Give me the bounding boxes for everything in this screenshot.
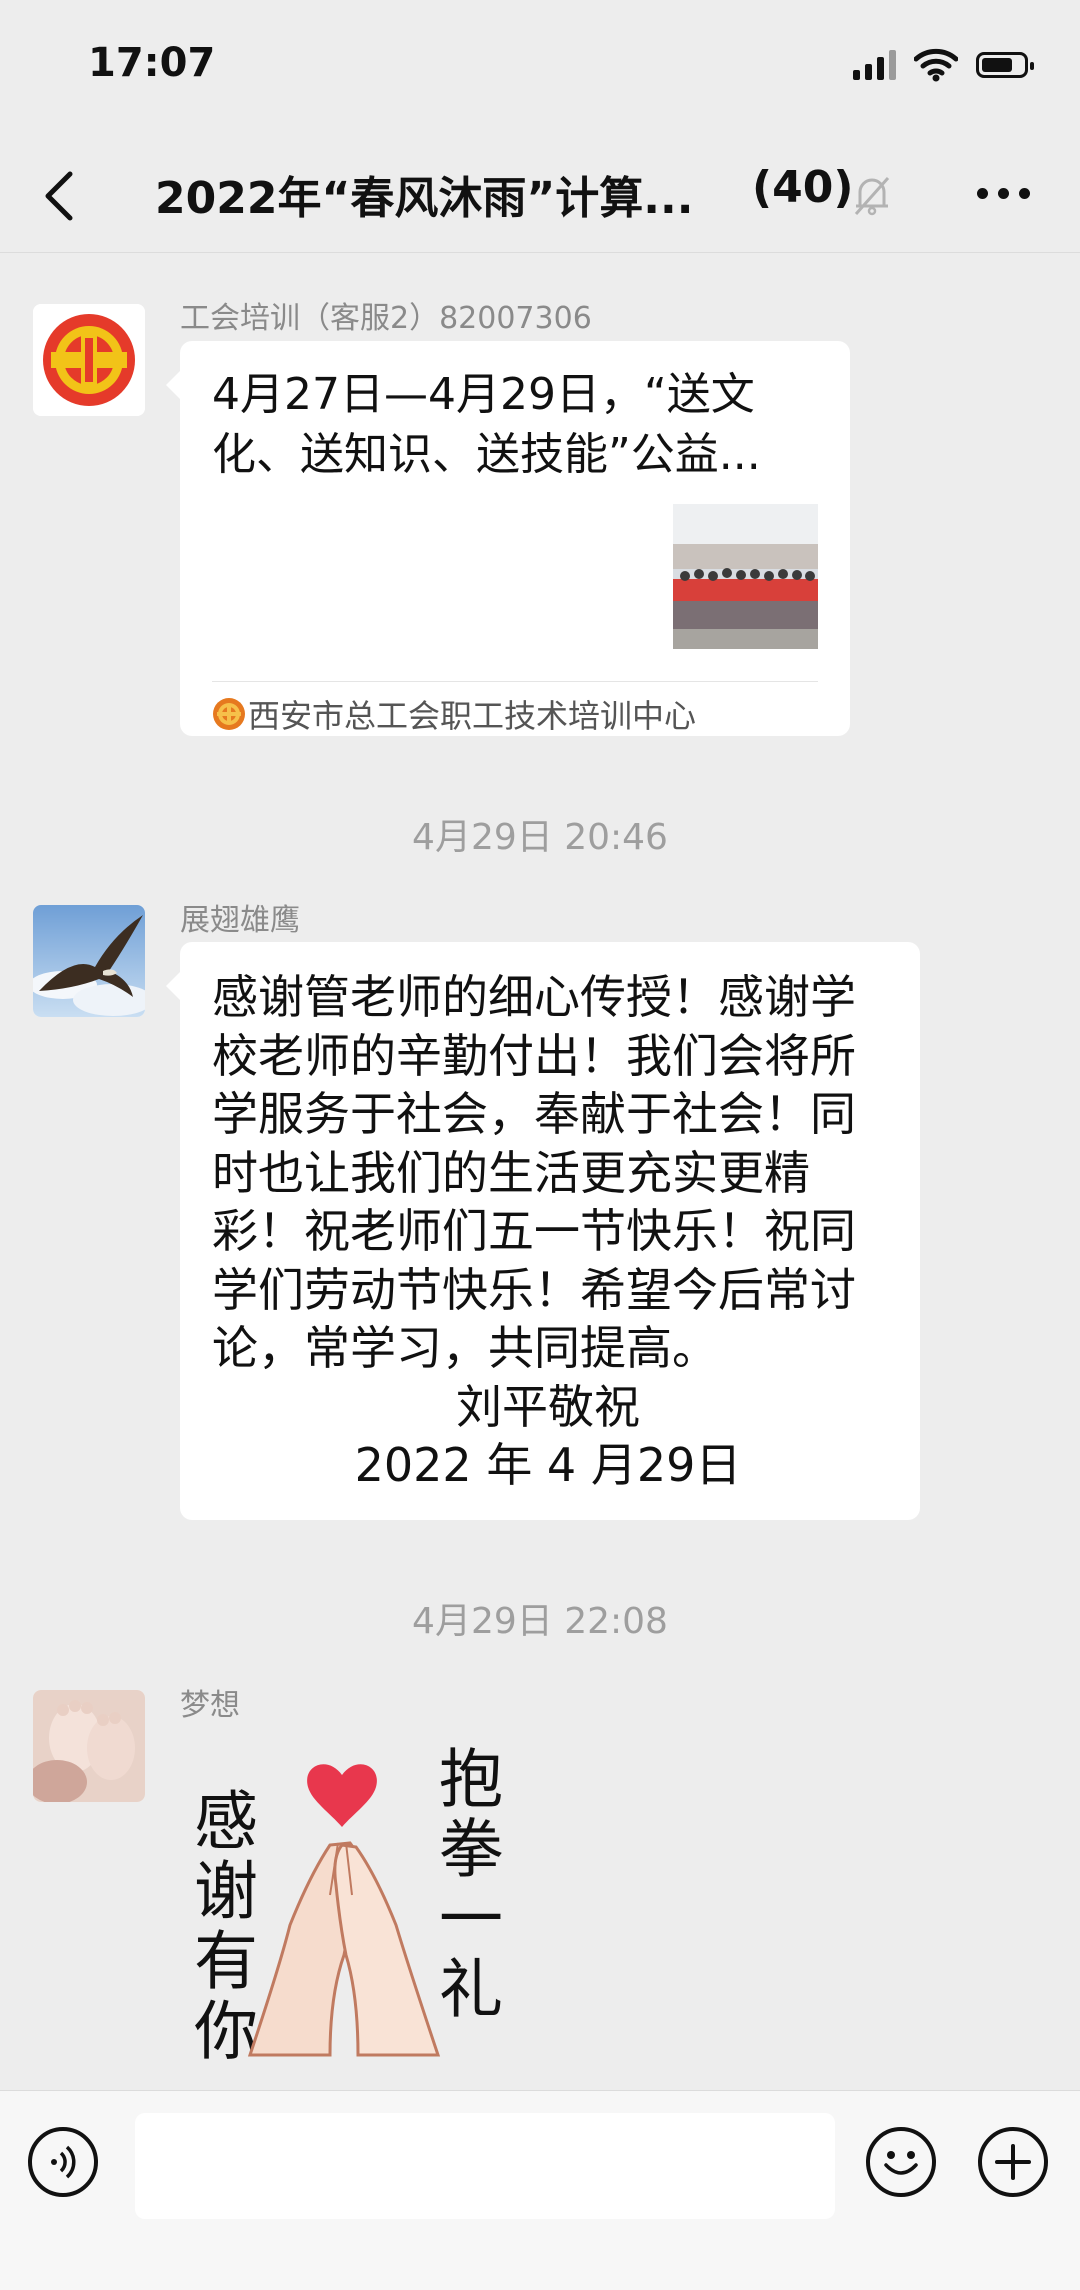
input-bar <box>0 2090 1080 2290</box>
wifi-icon <box>914 48 958 82</box>
voice-icon[interactable] <box>28 2127 98 2197</box>
sender-name: 梦想 <box>180 1688 240 1723</box>
status-bar: 17:07 <box>0 0 1080 140</box>
card-title: 4月27日—4月29日，“送文化、送知识、送技能”公益... <box>212 369 761 480</box>
chat-title[interactable]: 2022年“春风沐雨”计算... <box>155 162 693 226</box>
baby-feet-avatar-image <box>33 1690 145 1802</box>
mute-bell-icon <box>854 177 890 216</box>
sticker-thanks[interactable]: 感谢有你 抱拳一礼 <box>180 1725 520 2067</box>
sender-name: 展翅雄鹰 <box>180 903 300 938</box>
timestamp: 4月29日 22:08 <box>412 1601 668 1642</box>
more-icon[interactable] <box>977 188 1030 199</box>
avatar-union[interactable] <box>33 304 145 416</box>
emoji-icon[interactable] <box>866 2127 936 2197</box>
sticker-text-left: 感谢有你 <box>183 1787 257 2060</box>
sticker-text-right: 抱拳一礼 <box>428 1745 502 2025</box>
card-thumbnail <box>673 504 818 649</box>
sender-name: 工会培训（客服2）82007306 <box>180 301 592 336</box>
message-input[interactable] <box>135 2113 835 2219</box>
battery-icon <box>976 52 1034 78</box>
link-card[interactable]: 4月27日—4月29日，“送文化、送知识、送技能”公益... 西安市总工会职工技… <box>166 341 850 736</box>
message-signature: 刘平敬祝 <box>456 1380 640 1434</box>
avatar-eagle[interactable] <box>33 905 145 1017</box>
chat-header: 2022年“春风沐雨”计算... (40) <box>0 140 1080 253</box>
timestamp: 4月29日 20:46 <box>412 817 668 858</box>
heart-icon <box>307 1764 377 1827</box>
eagle-avatar-image <box>33 905 145 1017</box>
avatar-baby[interactable] <box>33 1690 145 1802</box>
signal-icon <box>853 50 896 80</box>
member-count: (40) <box>752 162 854 213</box>
union-logo-icon <box>213 698 245 730</box>
union-logo-icon <box>33 304 145 416</box>
card-divider <box>212 681 818 682</box>
plus-icon[interactable] <box>978 2127 1048 2197</box>
status-time: 17:07 <box>88 40 216 86</box>
card-source: 西安市总工会职工技术培训中心 <box>248 697 697 735</box>
message-bubble[interactable]: 感谢管老师的细心传授！感谢学校老师的辛勤付出！我们会将所学服务于社会，奉献于社会… <box>166 942 920 1520</box>
status-icons <box>853 48 1034 82</box>
message-date: 2022 年 4 月29日 <box>354 1438 742 1492</box>
message-text: 感谢管老师的细心传授！感谢学校老师的辛勤付出！我们会将所学服务于社会，奉献于社会… <box>212 970 856 1375</box>
chevron-left-icon[interactable] <box>38 166 82 226</box>
